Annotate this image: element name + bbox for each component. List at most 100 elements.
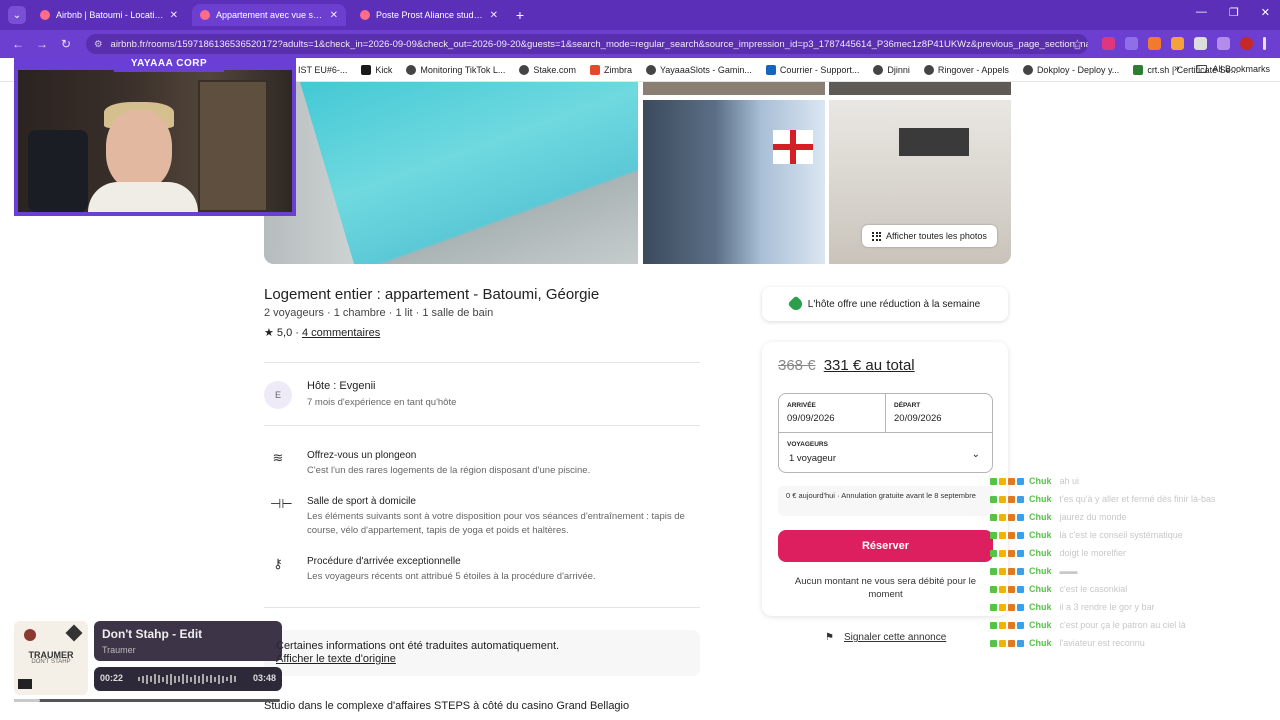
chat-badge-icon bbox=[999, 477, 1006, 485]
discount-text: L'hôte offre une réduction à la semaine bbox=[807, 298, 981, 310]
checkout-field[interactable]: DÉPART 20/09/2026 bbox=[886, 394, 992, 433]
bookmark-item[interactable]: Courrier - Support... bbox=[765, 64, 859, 75]
checkin-field[interactable]: ARRIVÉE 09/09/2026 bbox=[779, 394, 886, 433]
forward-icon[interactable]: → bbox=[30, 37, 54, 51]
host-name: Hôte : Evgenii bbox=[307, 380, 376, 392]
reserve-button[interactable]: Réserver bbox=[778, 530, 993, 562]
report-listing[interactable]: ⚑ Signaler cette annonce bbox=[825, 632, 946, 643]
new-tab-icon[interactable]: + bbox=[512, 7, 528, 23]
crtsh-icon bbox=[1133, 64, 1144, 75]
tab-appartement[interactable]: Appartement avec vue sur la mer ✕ bbox=[192, 4, 346, 26]
bookmark-item[interactable]: Zimbra bbox=[589, 64, 632, 75]
bookmark-item[interactable]: Stake.com bbox=[519, 64, 576, 75]
bookmark-item[interactable]: Kick bbox=[361, 64, 393, 75]
extension-icon[interactable] bbox=[1171, 37, 1184, 50]
menu-icon[interactable] bbox=[1263, 37, 1266, 50]
extension-icon[interactable] bbox=[1125, 37, 1138, 50]
bookmark-item[interactable]: Monitoring TikTok L... bbox=[406, 64, 505, 75]
reviews-link[interactable]: 4 commentaires bbox=[302, 327, 380, 339]
host-avatar[interactable]: E bbox=[264, 381, 292, 409]
guests-select[interactable]: 1 voyageur bbox=[789, 453, 836, 464]
tab-airbnb-batoumi[interactable]: Airbnb | Batoumi - Locations de vacances… bbox=[32, 4, 186, 26]
report-link[interactable]: Signaler cette annonce bbox=[844, 632, 946, 643]
listing-photo[interactable] bbox=[643, 82, 825, 95]
checkout-value: 20/09/2026 bbox=[894, 413, 942, 424]
dumbbell-icon: ⊣⊢ bbox=[270, 496, 293, 511]
star-icon[interactable]: ☆ bbox=[1072, 37, 1083, 51]
bookmark-label: Kick bbox=[375, 64, 393, 75]
site-info-icon[interactable]: ⚙ bbox=[94, 39, 103, 50]
chat-badge-icon bbox=[990, 639, 997, 647]
show-original-link[interactable]: Afficher le texte d'origine bbox=[276, 653, 396, 665]
extension-icon[interactable] bbox=[1148, 37, 1161, 50]
close-icon[interactable]: ✕ bbox=[490, 10, 498, 21]
reload-icon[interactable]: ↻ bbox=[54, 37, 78, 51]
chat-badge-icon bbox=[990, 495, 997, 503]
tab-search-icon[interactable]: ⌄ bbox=[8, 6, 26, 24]
airbnb-icon bbox=[200, 10, 210, 20]
waveform-bar bbox=[150, 676, 152, 682]
back-icon[interactable]: ← bbox=[6, 37, 30, 51]
price: 368 € 331 € au total bbox=[778, 357, 915, 374]
checkin-value: 09/09/2026 bbox=[787, 413, 835, 424]
waveform-bar bbox=[154, 674, 156, 684]
address-bar[interactable]: ⚙ airbnb.fr/rooms/1597186136536520172?ad… bbox=[86, 34, 1088, 54]
minimize-icon[interactable]: — bbox=[1196, 6, 1207, 19]
close-icon[interactable]: ✕ bbox=[170, 10, 178, 21]
chat-text: ah ui bbox=[1059, 476, 1080, 486]
webcam-overlay: YAYAAA CORP bbox=[14, 58, 296, 216]
progress-bar bbox=[14, 699, 280, 702]
chat-badge-icon bbox=[990, 531, 997, 539]
listing-photo-pool[interactable] bbox=[264, 82, 638, 264]
all-bookmarks-label: All Bookmarks bbox=[1212, 64, 1270, 74]
chat-text: ▬▬ bbox=[1059, 566, 1078, 576]
more-bookmarks-icon[interactable]: » bbox=[1174, 63, 1180, 74]
chat-badge-icon bbox=[999, 603, 1006, 611]
extensions bbox=[1102, 37, 1266, 50]
waveform-bar bbox=[210, 675, 212, 683]
globe-icon bbox=[923, 64, 934, 75]
sidebar-icon[interactable] bbox=[1217, 37, 1230, 50]
chat-badge-icon bbox=[999, 621, 1006, 629]
extension-icon[interactable] bbox=[1102, 37, 1115, 50]
avatar[interactable] bbox=[1240, 37, 1253, 50]
waveform-bar bbox=[162, 676, 164, 682]
webcam-feed bbox=[18, 70, 292, 212]
bookmark-label: YayaaaSlots - Gamin... bbox=[659, 64, 752, 75]
bookmark-item[interactable]: Ringover - Appels bbox=[923, 64, 1009, 75]
maximize-icon[interactable]: ❐ bbox=[1229, 6, 1239, 19]
album-art: TRAUMER DON'T STAHP bbox=[14, 621, 88, 695]
listing-photo[interactable] bbox=[829, 82, 1011, 95]
checkout-label: DÉPART bbox=[894, 402, 921, 409]
chat-username: Chuk bbox=[1029, 602, 1052, 612]
chat-username: Chuk bbox=[1029, 494, 1052, 504]
waveform-bar bbox=[198, 675, 200, 683]
divider bbox=[264, 607, 700, 608]
chat-username: Chuk bbox=[1029, 530, 1052, 540]
puzzle-icon[interactable] bbox=[1194, 37, 1207, 50]
waveform-bar bbox=[226, 677, 228, 681]
chevron-down-icon[interactable]: ⌄ bbox=[972, 449, 980, 460]
waveform-bar bbox=[158, 675, 160, 683]
chat-badge-icon bbox=[1008, 585, 1015, 593]
all-bookmarks[interactable]: All Bookmarks bbox=[1196, 64, 1270, 74]
guests-label: VOYAGEURS bbox=[787, 441, 828, 448]
close-window-icon[interactable]: ✕ bbox=[1261, 6, 1270, 19]
chat-overlay: Chuk ah ui Chuk t'es qu'à y aller et fermé … bbox=[990, 472, 1216, 652]
bookmark-item[interactable]: Djinni bbox=[873, 64, 910, 75]
chat-badge-icon bbox=[1008, 639, 1015, 647]
listing-photo-building[interactable] bbox=[643, 100, 825, 264]
bookmark-item[interactable]: IST EU#6-... bbox=[298, 65, 347, 75]
total-price[interactable]: 331 € au total bbox=[824, 357, 915, 374]
bookmark-item[interactable]: YayaaaSlots - Gamin... bbox=[645, 64, 752, 75]
show-all-photos-button[interactable]: Afficher toutes les photos bbox=[862, 225, 997, 247]
globe-icon bbox=[406, 64, 417, 75]
song-artist: Traumer bbox=[102, 645, 136, 655]
waveform-bar bbox=[194, 674, 196, 684]
bookmark-item[interactable]: Dokploy - Deploy y... bbox=[1022, 64, 1119, 75]
divider bbox=[264, 362, 700, 363]
chat-badge-icon bbox=[1017, 549, 1024, 557]
grid-icon bbox=[872, 231, 881, 241]
close-icon[interactable]: ✕ bbox=[330, 10, 338, 21]
tab-poste-prost[interactable]: Poste Prost Aliance studio 123 ✕ bbox=[352, 4, 506, 26]
